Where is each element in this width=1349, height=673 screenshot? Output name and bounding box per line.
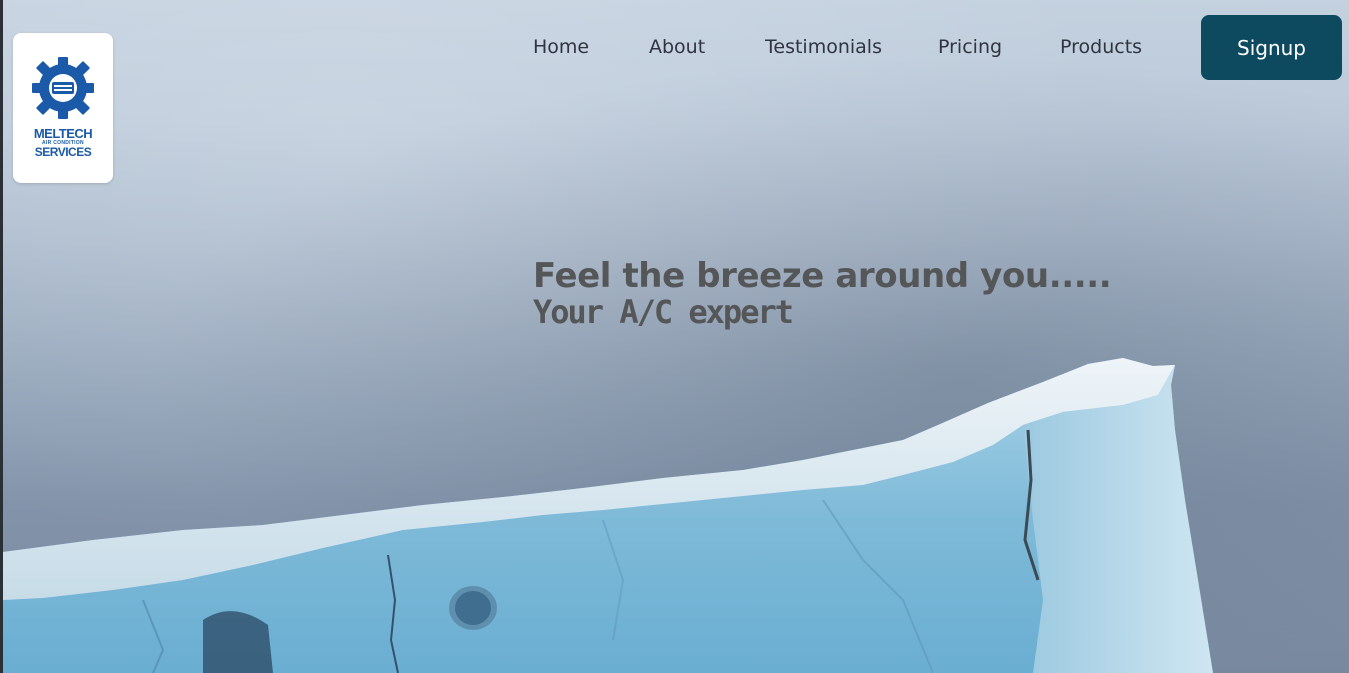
iceberg-image: [3, 358, 1213, 673]
gear-icon: [32, 57, 94, 119]
nav-link-pricing[interactable]: Pricing: [938, 36, 1002, 62]
hero-background: MELTECH AIR CONDITION SERVICES Home Abou…: [3, 0, 1349, 673]
logo-text-services: SERVICES: [34, 145, 92, 159]
hero-headline: Feel the breeze around you.....: [533, 256, 1112, 296]
brand-logo[interactable]: MELTECH AIR CONDITION SERVICES: [13, 33, 113, 183]
hero-subline: Your A/C expert: [533, 293, 794, 331]
nav-link-products[interactable]: Products: [1060, 36, 1142, 62]
nav-link-about[interactable]: About: [649, 36, 705, 62]
nav-link-testimonials[interactable]: Testimonials: [765, 36, 882, 62]
nav-link-home[interactable]: Home: [533, 36, 589, 62]
signup-button[interactable]: Signup: [1201, 15, 1342, 80]
logo-text-meltech: MELTECH: [33, 126, 93, 141]
